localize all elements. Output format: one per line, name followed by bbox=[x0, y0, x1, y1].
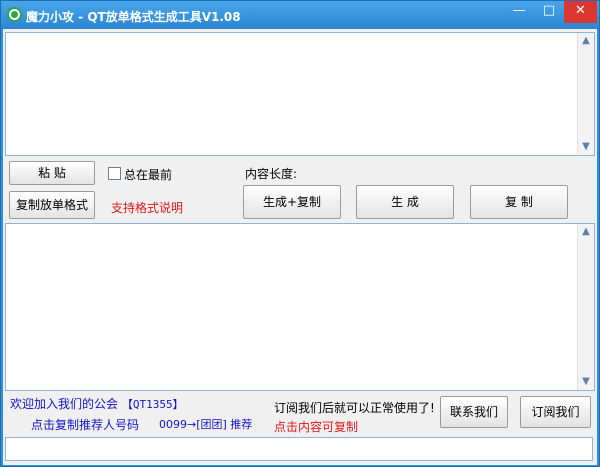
app-window: 魔力小攻 - QT放单格式生成工具V1.08 — □ ✕ ▲ ▼ 粘 贴 总在最… bbox=[0, 0, 600, 467]
subscribe-button[interactable]: 订阅我们 bbox=[520, 396, 591, 428]
app-logo-icon bbox=[7, 7, 22, 22]
scroll-up-arrow-icon[interactable]: ▲ bbox=[578, 224, 594, 240]
window-title: 魔力小攻 - QT放单格式生成工具V1.08 bbox=[26, 10, 241, 24]
welcome-message: 欢迎加入我们的公会 bbox=[10, 397, 119, 411]
generate-and-copy-button[interactable]: 生成+复制 bbox=[243, 185, 341, 219]
minimize-button[interactable]: — bbox=[504, 1, 534, 23]
copy-referrer-link[interactable]: 点击复制推荐人号码 bbox=[31, 416, 139, 433]
supported-format-link[interactable]: 支持格式说明 bbox=[111, 199, 183, 216]
generate-button[interactable]: 生 成 bbox=[356, 185, 454, 219]
scroll-up-arrow-icon[interactable]: ▲ bbox=[578, 33, 594, 49]
always-on-top-label: 总在最前 bbox=[124, 168, 173, 182]
title-bar[interactable]: 魔力小攻 - QT放单格式生成工具V1.08 — □ ✕ bbox=[1, 1, 599, 29]
scroll-down-arrow-icon[interactable]: ▼ bbox=[578, 139, 594, 155]
output-textarea[interactable]: ▲ ▼ bbox=[5, 223, 595, 391]
copy-order-format-button[interactable]: 复制放单格式 bbox=[9, 191, 95, 219]
close-button[interactable]: ✕ bbox=[564, 1, 597, 23]
status-field[interactable] bbox=[5, 437, 593, 461]
output-scrollbar[interactable]: ▲ ▼ bbox=[577, 224, 594, 390]
input-scrollbar[interactable]: ▲ ▼ bbox=[577, 33, 594, 155]
click-copy-hint[interactable]: 点击内容可复制 bbox=[274, 418, 358, 435]
welcome-text: 欢迎加入我们的公会 【QT1355】 bbox=[10, 395, 184, 412]
recommend-text: 0099→[团团] 推荐 bbox=[159, 418, 253, 431]
contact-us-button[interactable]: 联系我们 bbox=[440, 396, 508, 428]
input-textarea[interactable]: ▲ ▼ bbox=[5, 32, 595, 156]
copy-button[interactable]: 复 制 bbox=[470, 185, 568, 219]
guild-code: 【QT1355】 bbox=[121, 398, 184, 411]
always-on-top-checkbox[interactable] bbox=[108, 167, 121, 180]
content-length-label: 内容长度: bbox=[245, 167, 298, 181]
subscribe-notice: 订阅我们后就可以正常使用了! bbox=[274, 401, 435, 415]
scroll-down-arrow-icon[interactable]: ▼ bbox=[578, 374, 594, 390]
maximize-button[interactable]: □ bbox=[534, 1, 564, 23]
main-panel: ▲ ▼ 粘 贴 总在最前 内容长度: 复制放单格式 支持格式说明 生成+复制 生… bbox=[3, 29, 597, 465]
paste-button[interactable]: 粘 贴 bbox=[9, 161, 95, 185]
